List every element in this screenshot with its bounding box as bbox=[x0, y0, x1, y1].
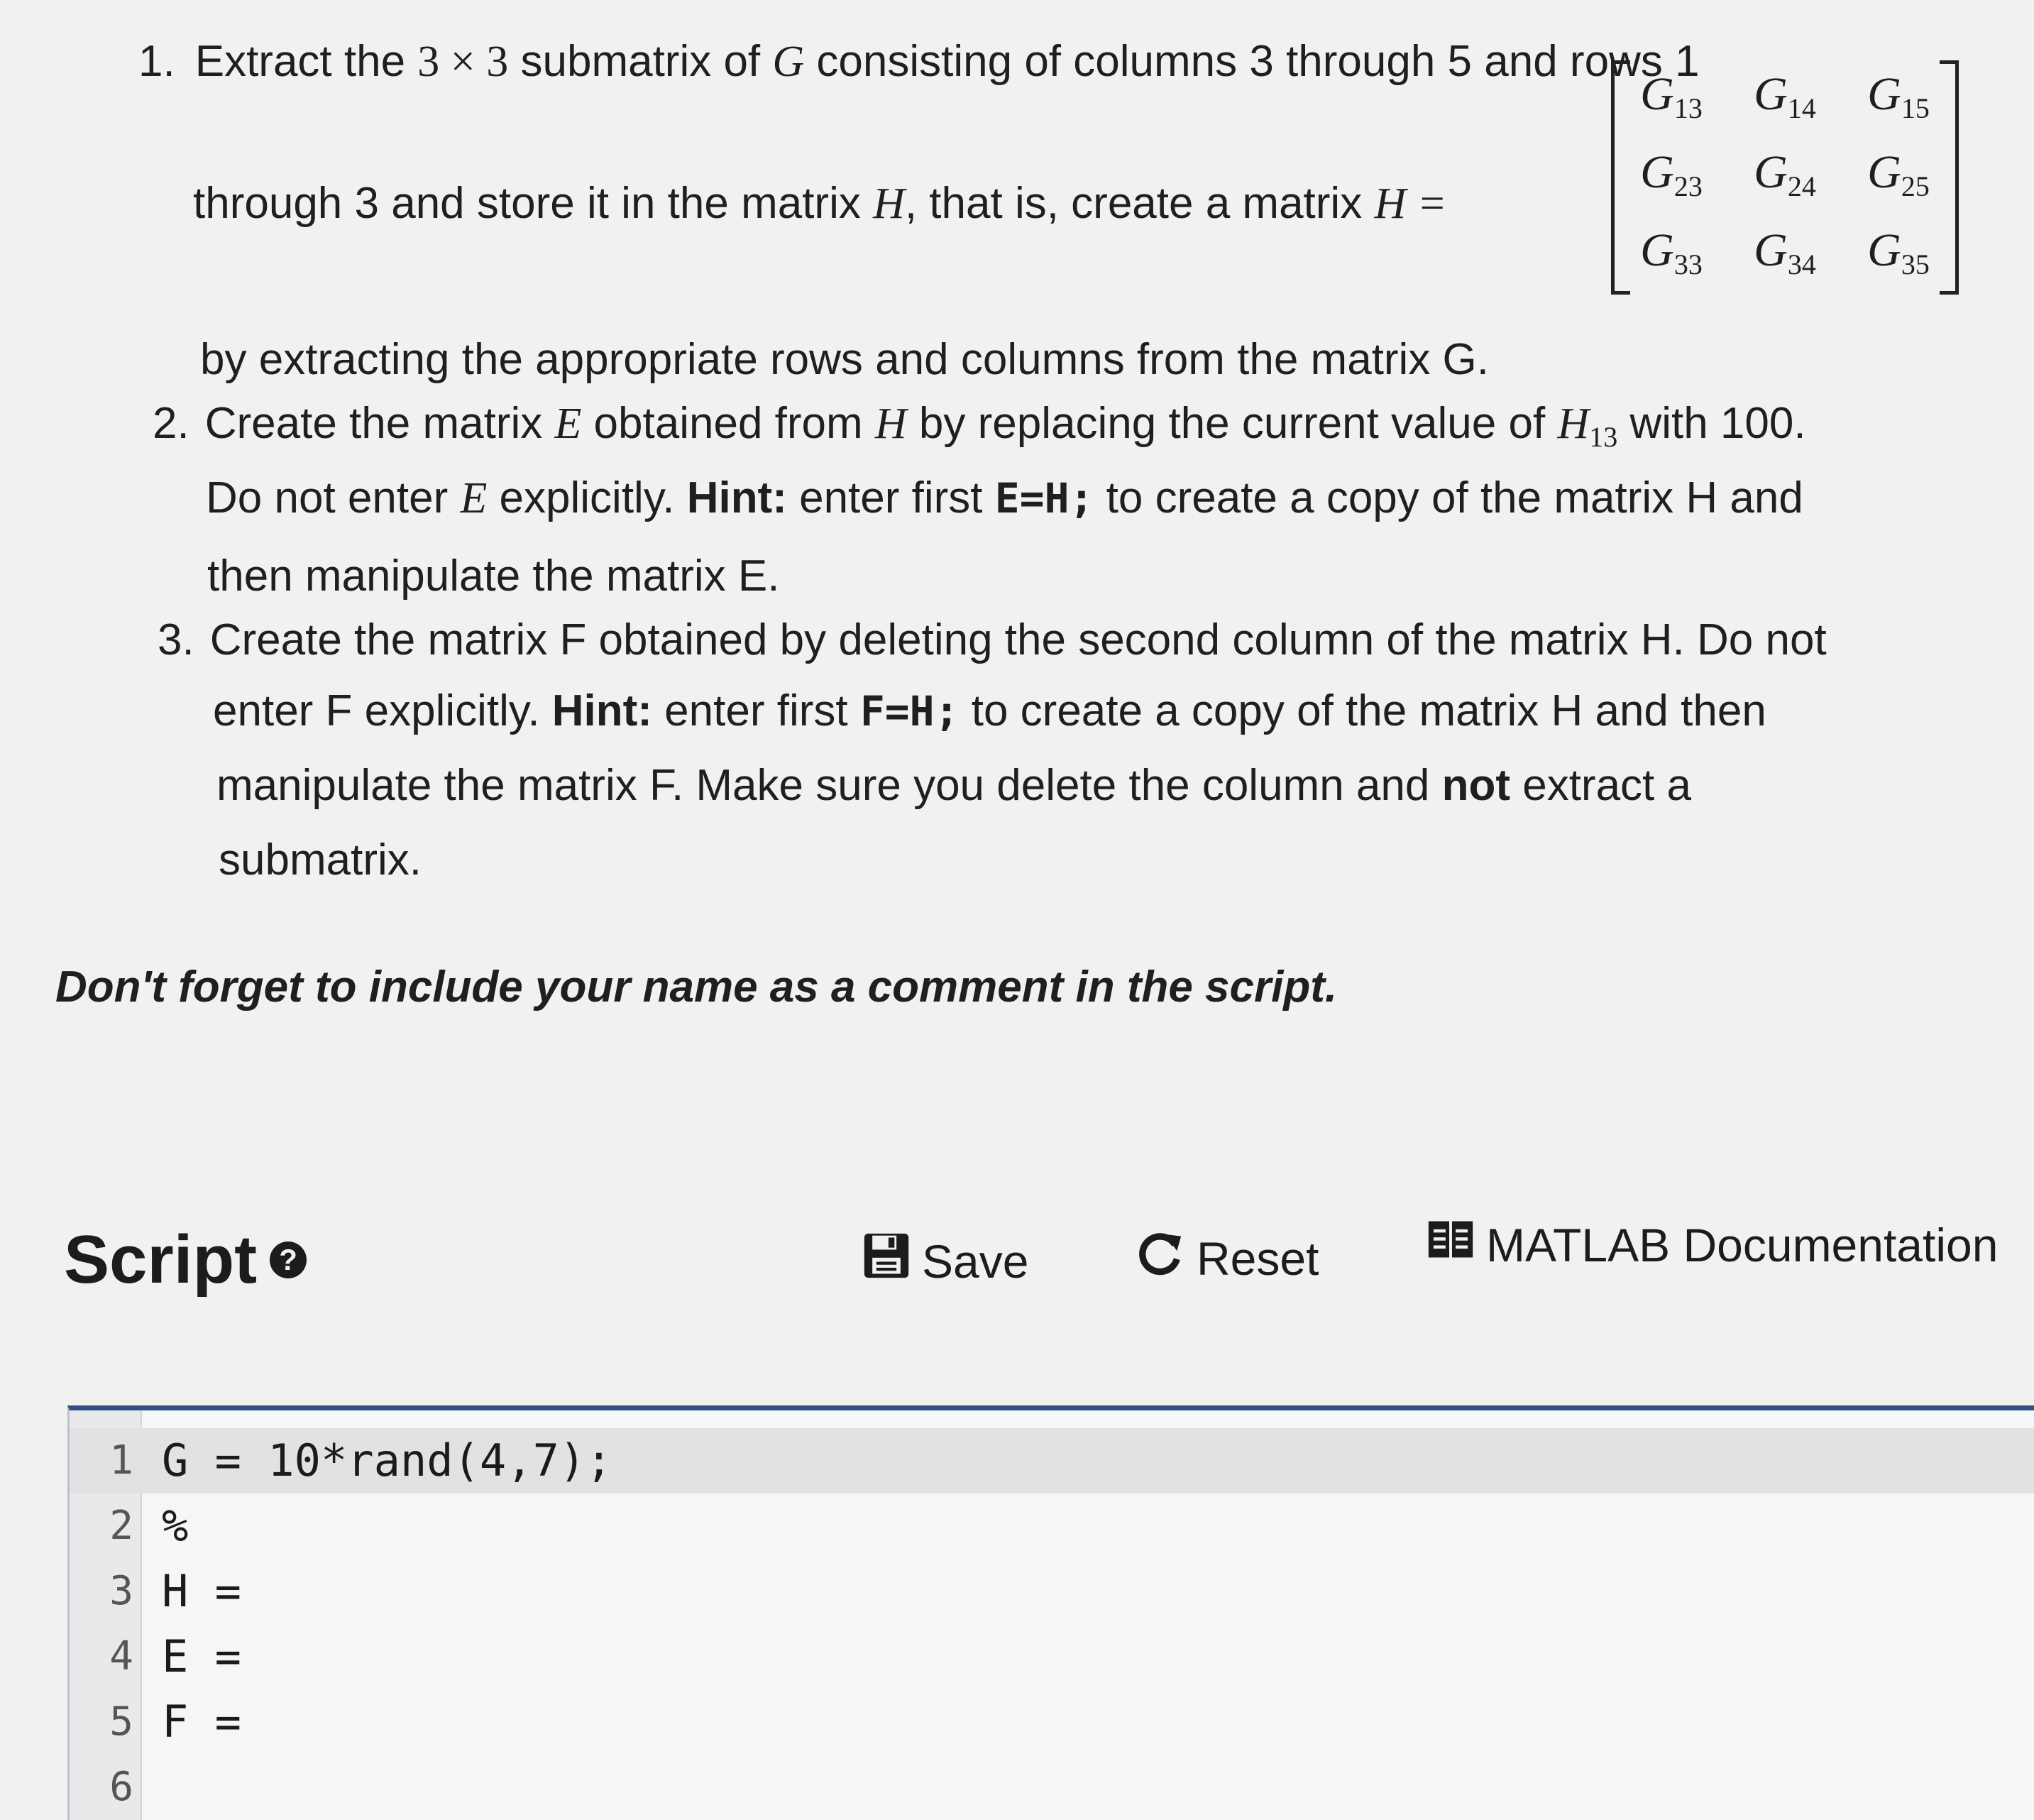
item1-text-b: submatrix of bbox=[508, 37, 773, 86]
item3-line4: submatrix. bbox=[219, 835, 422, 884]
item2-var-h: H bbox=[874, 400, 907, 448]
item1-line3: by extracting the appropriate rows and c… bbox=[200, 335, 1490, 384]
line-number: 3 bbox=[109, 1568, 133, 1614]
question-circle-icon[interactable]: ? bbox=[270, 1241, 307, 1278]
item2-var-h13: H bbox=[1557, 400, 1590, 448]
code-line-4[interactable]: 4 E = bbox=[70, 1624, 2034, 1689]
code-editor[interactable]: 1 G = 10*rand(4,7); 2 % 3 H = 4 E = 5 F … bbox=[67, 1405, 2034, 1820]
matrix-cell-33: G33 bbox=[1640, 224, 1703, 280]
matrix-cell-13: G13 bbox=[1640, 68, 1703, 124]
item3-l2-a: enter F explicitly. bbox=[213, 686, 552, 735]
item3-l2-b: enter first bbox=[652, 686, 860, 735]
item2-l2-d: to create a copy of the matrix H and bbox=[1094, 473, 1803, 522]
item1-number: 1. bbox=[138, 37, 175, 86]
book-icon bbox=[1426, 1215, 1475, 1274]
matlab-documentation-link[interactable]: MATLAB Documentation bbox=[1426, 1215, 1998, 1274]
item3-line2: enter F explicitly. Hint: enter first F=… bbox=[213, 685, 1766, 738]
item3-line1: 3. Create the matrix F obtained by deleti… bbox=[158, 614, 1827, 667]
code-text[interactable]: % bbox=[162, 1493, 188, 1559]
item3-not: not bbox=[1441, 761, 1510, 810]
item2-l1-d: with 100. bbox=[1617, 399, 1806, 448]
code-line-6[interactable]: 6 bbox=[70, 1755, 2034, 1820]
item1-line2-b: , that is, create a matrix bbox=[904, 179, 1375, 228]
code-line-3[interactable]: 3 H = bbox=[70, 1559, 2034, 1624]
item2-l1-a: Create the matrix bbox=[204, 399, 555, 448]
reset-arrow-icon bbox=[1136, 1228, 1185, 1288]
line-number: 6 bbox=[109, 1764, 133, 1810]
item2-l1-c: by replacing the current value of bbox=[906, 399, 1558, 448]
item2-l2-a: Do not enter bbox=[206, 473, 461, 522]
item1-var-g: G bbox=[772, 38, 805, 86]
item3-number: 3. bbox=[158, 615, 194, 664]
line-number: 1 bbox=[109, 1437, 133, 1484]
item2-l2-b: explicitly. bbox=[487, 473, 687, 522]
code-line-2[interactable]: 2 % bbox=[70, 1493, 2034, 1559]
item3-hint: Hint: bbox=[551, 686, 652, 735]
item1-line2: through 3 and store it in the matrix H, … bbox=[193, 177, 1447, 230]
floppy-disk-icon bbox=[862, 1232, 911, 1290]
line-number: 5 bbox=[109, 1699, 133, 1745]
reminder-text: Don't forget to include your name as a c… bbox=[55, 963, 1338, 1012]
item2-number: 2. bbox=[153, 399, 189, 448]
line-number: 2 bbox=[109, 1503, 133, 1549]
code-text[interactable]: F = bbox=[162, 1689, 241, 1755]
code-text[interactable]: E = bbox=[162, 1624, 241, 1689]
save-button[interactable]: Save bbox=[862, 1232, 1028, 1290]
matrix-cell-34: G34 bbox=[1754, 224, 1816, 280]
item2-code: E=H; bbox=[994, 474, 1094, 522]
item2-line1: 2. Create the matrix E obtained from H by… bbox=[153, 398, 1806, 454]
item2-hint: Hint: bbox=[686, 473, 787, 522]
matrix-cell-14: G14 bbox=[1754, 68, 1816, 124]
item2-sub-13: 13 bbox=[1589, 421, 1618, 453]
item1-text-a: Extract the bbox=[194, 37, 418, 86]
matrix-cell-35: G35 bbox=[1867, 224, 1930, 280]
item3-code: F=H; bbox=[859, 687, 960, 735]
reset-button[interactable]: Reset bbox=[1136, 1228, 1319, 1288]
item3-l1: Create the matrix F obtained by deleting… bbox=[209, 615, 1827, 664]
matrix-cell-25: G25 bbox=[1867, 146, 1930, 202]
code-line-5[interactable]: 5 F = bbox=[70, 1689, 2034, 1755]
item1-h-equals: H = bbox=[1374, 180, 1447, 228]
item3-l3-a: manipulate the matrix F. Make sure you d… bbox=[216, 761, 1442, 810]
save-label: Save bbox=[922, 1234, 1029, 1288]
item2-line3: then manipulate the matrix E. bbox=[207, 552, 780, 601]
item2-l2-c: enter first bbox=[786, 473, 995, 522]
item3-l3-b: extract a bbox=[1510, 761, 1691, 810]
item1-text-c: consisting of columns 3 through 5 and ro… bbox=[804, 37, 1700, 86]
item2-var-e: E bbox=[554, 400, 582, 448]
line-number: 4 bbox=[109, 1633, 133, 1679]
item3-l2-c: to create a copy of the matrix H and the… bbox=[959, 686, 1766, 735]
item3-line3: manipulate the matrix F. Make sure you d… bbox=[216, 760, 1691, 812]
item2-l1-b: obtained from bbox=[581, 399, 875, 448]
code-text[interactable]: G = 10*rand(4,7); bbox=[162, 1428, 612, 1493]
code-line-1[interactable]: 1 G = 10*rand(4,7); bbox=[70, 1428, 2034, 1493]
item1-line1: 1. Extract the 3 × 3 submatrix of G consi… bbox=[138, 35, 1700, 88]
matrix-h: G13 G14 G15 G23 G24 G25 G33 G34 G35 bbox=[1611, 60, 1959, 295]
item1-var-h: H bbox=[873, 180, 905, 228]
matrix-cell-23: G23 bbox=[1640, 146, 1703, 202]
item2-line2: Do not enter E explicitly. Hint: enter f… bbox=[206, 472, 1803, 525]
item1-line2-a: through 3 and store it in the matrix bbox=[193, 179, 874, 228]
reset-label: Reset bbox=[1197, 1232, 1319, 1285]
matrix-cell-15: G15 bbox=[1867, 68, 1930, 124]
item2-l2-var-e: E bbox=[460, 474, 488, 522]
script-header: Script ? bbox=[64, 1221, 307, 1299]
matrix-cell-24: G24 bbox=[1754, 146, 1816, 202]
script-title: Script bbox=[64, 1222, 258, 1298]
code-text[interactable]: H = bbox=[162, 1559, 241, 1624]
item1-size: 3 × 3 bbox=[417, 38, 509, 86]
docs-label: MATLAB Documentation bbox=[1486, 1218, 1999, 1271]
